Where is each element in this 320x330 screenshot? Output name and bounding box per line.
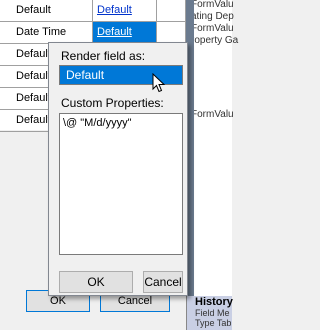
side-panel-line: roperty Ga <box>191 35 239 46</box>
render-value-link[interactable]: Default <box>97 26 132 38</box>
cancel-button[interactable]: Cancel <box>143 271 183 293</box>
mouse-cursor-icon <box>152 73 166 93</box>
field-name-cell[interactable]: Date Time <box>0 22 93 43</box>
field-name-cell[interactable]: Default <box>0 0 93 21</box>
side-panel-line: FormValu <box>191 0 234 10</box>
history-line: Field Me <box>195 308 230 318</box>
custom-properties-input[interactable]: \@ "M/d/yyyy" <box>59 113 183 255</box>
side-panel-line: ating Dep <box>191 11 234 22</box>
side-panel-line: FormValu <box>191 23 234 34</box>
table-row-selected[interactable]: Date Time Default <box>0 22 186 44</box>
history-section: History Field Me Type Tab <box>186 296 233 330</box>
history-line: Type Tab <box>195 318 232 328</box>
side-panel-line: FormValu <box>191 109 234 120</box>
render-field-label: Render field as: <box>61 49 146 63</box>
table-row[interactable]: Default Default <box>0 0 186 22</box>
render-value-cell[interactable]: Default <box>93 0 157 21</box>
render-value-link[interactable]: Default <box>97 4 132 16</box>
render-field-popup: Render field as: Default Custom Properti… <box>48 42 188 296</box>
render-value-cell[interactable]: Default <box>93 22 157 43</box>
empty-cell <box>157 22 186 43</box>
ok-button[interactable]: OK <box>59 271 133 293</box>
history-title: History <box>195 296 233 308</box>
custom-properties-label: Custom Properties: <box>61 96 164 110</box>
empty-cell <box>157 0 186 21</box>
